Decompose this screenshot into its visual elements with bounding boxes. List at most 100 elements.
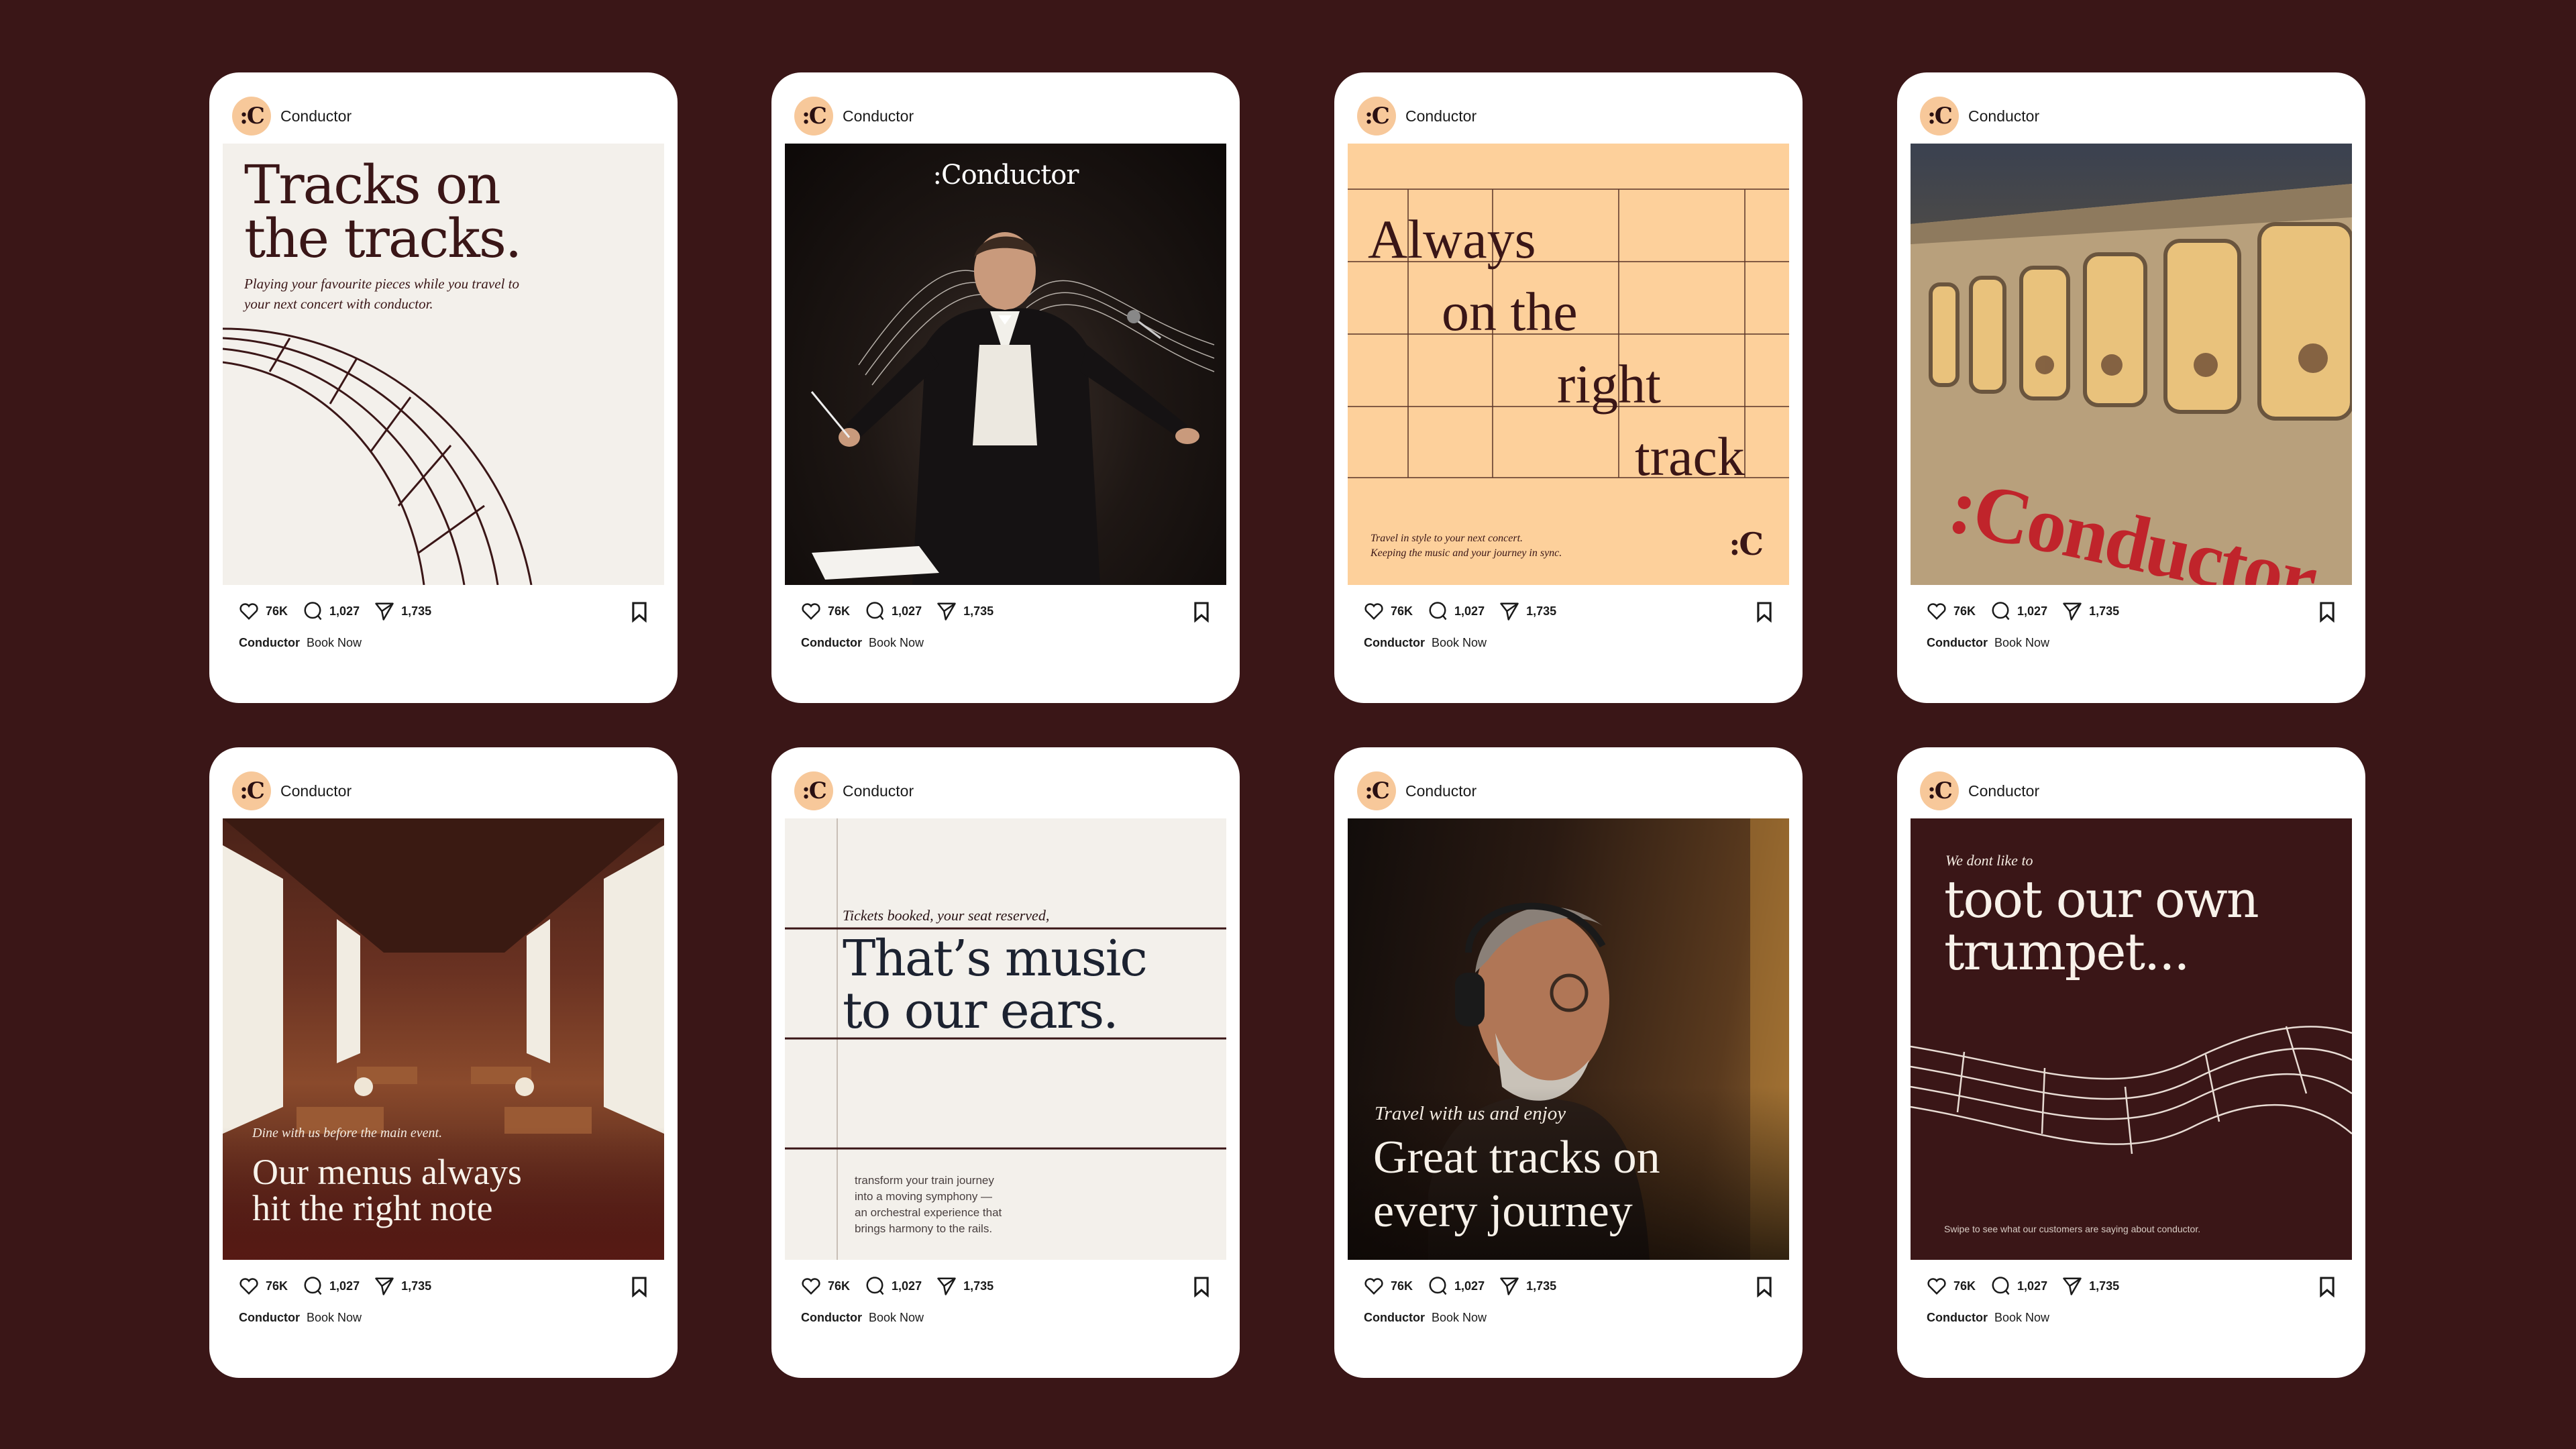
- username[interactable]: Conductor: [1405, 107, 1477, 125]
- avatar[interactable]: :C: [794, 97, 833, 136]
- like-button[interactable]: 76K: [239, 1277, 288, 1295]
- bookmark-icon: [1757, 602, 1772, 623]
- like-button[interactable]: 76K: [1927, 602, 1976, 621]
- comment-button[interactable]: 1,027: [1990, 1276, 2047, 1296]
- send-icon: [937, 1277, 956, 1295]
- post-footer: Swipe to see what our customers are sayi…: [1944, 1224, 2201, 1234]
- share-button[interactable]: 1,735: [374, 1276, 431, 1296]
- send-icon: [2063, 602, 2082, 621]
- bookmark-icon: [632, 1277, 647, 1297]
- comment-button[interactable]: 1,027: [1990, 601, 2047, 621]
- save-button[interactable]: [1756, 1276, 1773, 1297]
- post-image[interactable]: Dine with us before the main event. Our …: [223, 818, 664, 1260]
- send-icon: [375, 602, 394, 621]
- caption: Conductor Book Now: [1364, 1311, 1487, 1325]
- share-count: 1,735: [401, 604, 432, 618]
- caption-username[interactable]: Conductor: [1364, 636, 1425, 649]
- avatar[interactable]: :C: [1920, 771, 1959, 810]
- caption-username[interactable]: Conductor: [801, 1311, 862, 1324]
- share-button[interactable]: 1,735: [936, 1276, 994, 1296]
- post-image[interactable]: :Conductor: [1911, 144, 2352, 585]
- post-image[interactable]: Tracks on the tracks. Playing your favou…: [223, 144, 664, 585]
- save-button[interactable]: [1756, 601, 1773, 623]
- username[interactable]: Conductor: [843, 107, 914, 125]
- like-button[interactable]: 76K: [1364, 1277, 1413, 1295]
- username[interactable]: Conductor: [1968, 107, 2039, 125]
- like-count: 76K: [828, 604, 851, 618]
- username[interactable]: Conductor: [280, 782, 352, 800]
- brand-mark-icon: :C: [1729, 526, 1764, 562]
- comment-button[interactable]: 1,027: [865, 1276, 922, 1296]
- share-button[interactable]: 1,735: [2062, 1276, 2119, 1296]
- share-button[interactable]: 1,735: [1499, 601, 1556, 621]
- caption: Conductor Book Now: [239, 1311, 362, 1325]
- like-button[interactable]: 76K: [1927, 1277, 1976, 1295]
- like-button[interactable]: 76K: [239, 602, 288, 621]
- comment-count: 1,027: [892, 604, 922, 618]
- like-count: 76K: [1953, 604, 1976, 618]
- post-card-6: :C Conductor Tickets booked, your seat r…: [771, 747, 1240, 1378]
- post-header: :C Conductor: [1920, 95, 2039, 137]
- comment-icon: [1992, 602, 2010, 621]
- save-button[interactable]: [2318, 1276, 2336, 1297]
- post-image[interactable]: We dont like to toot our own trumpet... …: [1911, 818, 2352, 1260]
- comment-count: 1,027: [329, 1279, 360, 1293]
- comment-icon: [1992, 1277, 2010, 1295]
- save-button[interactable]: [1193, 1276, 1210, 1297]
- caption-text: Book Now: [868, 1311, 924, 1324]
- avatar[interactable]: :C: [1920, 97, 1959, 136]
- caption-username[interactable]: Conductor: [1927, 636, 1988, 649]
- action-bar: 76K 1,027 1,735: [1927, 600, 2134, 623]
- avatar[interactable]: :C: [232, 771, 271, 810]
- bookmark-icon: [1194, 602, 1209, 623]
- caption-text: Book Now: [1431, 636, 1487, 649]
- caption-username[interactable]: Conductor: [1364, 1311, 1425, 1324]
- share-count: 1,735: [1526, 604, 1557, 618]
- bookmark-icon: [1757, 1277, 1772, 1297]
- comment-icon: [866, 602, 884, 621]
- comment-button[interactable]: 1,027: [1428, 601, 1485, 621]
- like-button[interactable]: 76K: [801, 1277, 850, 1295]
- track-lines-graphic: [1911, 1026, 2352, 1155]
- share-button[interactable]: 1,735: [1499, 1276, 1556, 1296]
- post-image[interactable]: :Conductor: [785, 144, 1226, 585]
- comment-icon: [304, 602, 322, 621]
- like-button[interactable]: 76K: [801, 602, 850, 621]
- caption-username[interactable]: Conductor: [1927, 1311, 1988, 1324]
- comment-button[interactable]: 1,027: [303, 601, 360, 621]
- username[interactable]: Conductor: [1405, 782, 1477, 800]
- share-button[interactable]: 1,735: [2062, 601, 2119, 621]
- action-bar: 76K 1,027 1,735: [801, 1275, 1008, 1297]
- body-line-4: brings harmony to the rails.: [855, 1222, 993, 1235]
- username[interactable]: Conductor: [280, 107, 352, 125]
- like-button[interactable]: 76K: [1364, 602, 1413, 621]
- avatar[interactable]: :C: [794, 771, 833, 810]
- comment-button[interactable]: 1,027: [303, 1276, 360, 1296]
- post-image[interactable]: Tickets booked, your seat reserved, That…: [785, 818, 1226, 1260]
- post-card-1: :C Conductor Tracks on the tracks. Playi…: [209, 72, 678, 703]
- share-button[interactable]: 1,735: [374, 601, 431, 621]
- bookmark-icon: [1194, 1277, 1209, 1297]
- caption-username[interactable]: Conductor: [801, 636, 862, 649]
- save-button[interactable]: [2318, 601, 2336, 623]
- post-image[interactable]: Always on the right track Travel in styl…: [1348, 144, 1789, 585]
- username[interactable]: Conductor: [1968, 782, 2039, 800]
- avatar[interactable]: :C: [232, 97, 271, 136]
- share-count: 1,735: [963, 1279, 994, 1293]
- caption-username[interactable]: Conductor: [239, 1311, 300, 1324]
- avatar[interactable]: :C: [1357, 97, 1396, 136]
- comment-button[interactable]: 1,027: [865, 601, 922, 621]
- save-button[interactable]: [631, 601, 648, 623]
- post-image[interactable]: Travel with us and enjoy Great tracks on…: [1348, 818, 1789, 1260]
- comment-button[interactable]: 1,027: [1428, 1276, 1485, 1296]
- caption-text: Book Now: [306, 1311, 362, 1324]
- username[interactable]: Conductor: [843, 782, 914, 800]
- avatar[interactable]: :C: [1357, 771, 1396, 810]
- save-button[interactable]: [631, 1276, 648, 1297]
- heart-icon: [1927, 603, 1946, 621]
- share-button[interactable]: 1,735: [936, 601, 994, 621]
- bookmark-icon: [2320, 602, 2334, 623]
- bookmark-icon: [632, 602, 647, 623]
- save-button[interactable]: [1193, 601, 1210, 623]
- caption-username[interactable]: Conductor: [239, 636, 300, 649]
